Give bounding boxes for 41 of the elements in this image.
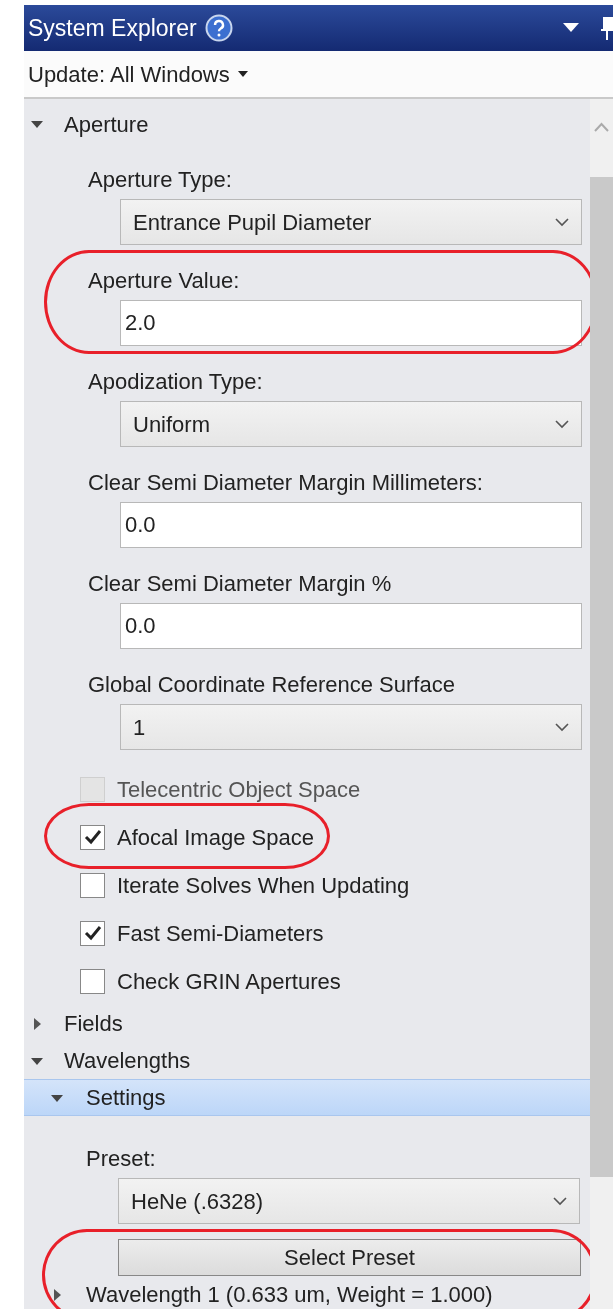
checkbox-label: Fast Semi-Diameters <box>117 919 324 948</box>
tree-item[interactable]: Aperture <box>24 99 590 149</box>
help-icon[interactable] <box>204 14 233 42</box>
pin-icon[interactable] <box>601 15 613 41</box>
caret-icon <box>237 71 248 77</box>
dropdown[interactable]: Entrance Pupil Diameter <box>120 199 582 245</box>
input-field[interactable]: 0.0 <box>120 502 582 548</box>
input-field[interactable]: 0.0 <box>120 603 582 649</box>
field-label: Global Coordinate Reference Surface <box>88 670 456 699</box>
field-label: Aperture Value: <box>88 266 241 295</box>
select-preset-button[interactable]: Select Preset <box>118 1239 581 1276</box>
tree-item[interactable]: Settings <box>24 1079 590 1116</box>
chevron-down-icon <box>553 1196 567 1206</box>
checkbox-label: Check GRIN Apertures <box>117 967 341 996</box>
window-title: System Explorer <box>28 13 197 43</box>
field-label: Preset: <box>86 1144 157 1173</box>
chevron-down-icon <box>555 722 569 732</box>
field-label: Clear Semi Diameter Margin % <box>88 569 393 598</box>
field-label: Apodization Type: <box>88 367 264 396</box>
tree-item[interactable]: Fields <box>24 1005 590 1042</box>
checkbox-label: Telecentric Object Space <box>117 775 361 804</box>
checkbox[interactable] <box>80 920 105 946</box>
checkbox[interactable] <box>80 824 105 850</box>
check-icon <box>83 828 102 846</box>
tree-item[interactable]: Wavelengths <box>24 1042 590 1079</box>
checkbox[interactable] <box>80 968 105 994</box>
dropdown[interactable]: 1 <box>120 704 582 750</box>
scrollbar[interactable] <box>590 99 613 1309</box>
dropdown-icon[interactable] <box>563 23 579 33</box>
dropdown[interactable]: HeNe (.6328) <box>118 1178 580 1224</box>
check-icon <box>83 924 102 942</box>
checkbox[interactable] <box>80 872 105 898</box>
chevron-down-icon <box>555 419 569 429</box>
input-field[interactable]: 2.0 <box>120 300 582 346</box>
field-label: Aperture Type: <box>88 165 233 194</box>
checkbox-label: Iterate Solves When Updating <box>117 871 410 900</box>
checkbox-label: Afocal Image Space <box>117 823 314 852</box>
chevron-down-icon <box>555 217 569 227</box>
dropdown[interactable]: Uniform <box>120 401 582 447</box>
tree-item[interactable]: Wavelength 1 (0.633 um, Weight = 1.000) <box>24 1276 581 1309</box>
field-label: Clear Semi Diameter Margin Millimeters: <box>88 468 484 497</box>
